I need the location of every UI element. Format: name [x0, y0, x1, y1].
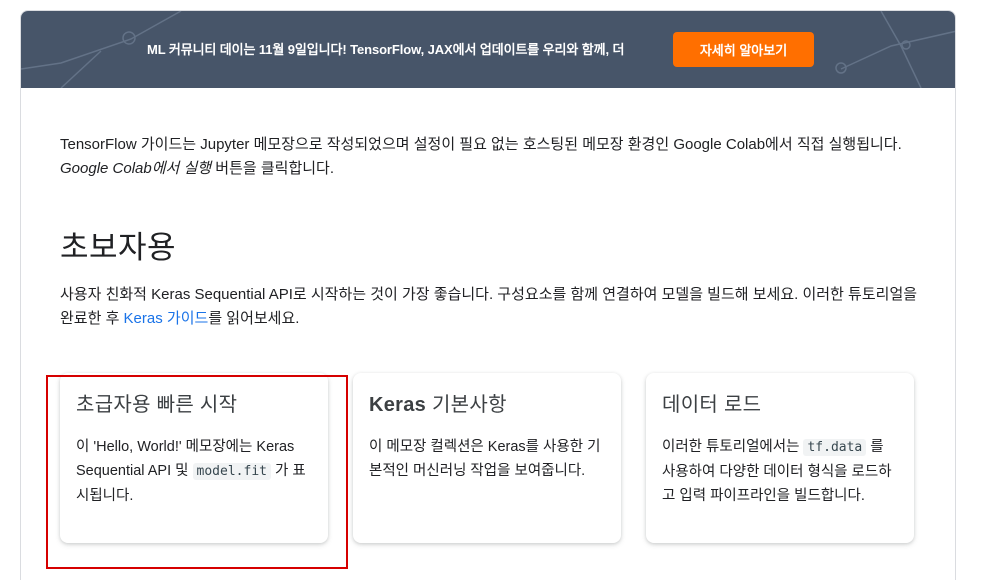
- card-title: Keras 기본사항: [369, 388, 605, 417]
- card-text: 이러한 튜토리얼에서는: [662, 439, 804, 455]
- card-title: 데이터 로드: [662, 394, 762, 416]
- card-load-data[interactable]: 데이터 로드 이러한 튜토리얼에서는 tf.data 를 사용하여 다양한 데이…: [646, 373, 914, 543]
- card-title-rest: 기본사항: [426, 394, 507, 416]
- card-description: 이 메모장 컬렉션은 Keras를 사용한 기본적인 머신러닝 작업을 보여줍니…: [369, 439, 601, 479]
- intro-text-end: 버튼을 클릭합니다.: [211, 160, 335, 177]
- banner-text: ML 커뮤니티 데이는 11월 9일입니다! TensorFlow, JAX에서…: [147, 42, 625, 57]
- card-title-bold: Keras: [369, 394, 427, 416]
- section-title: 초보자용: [60, 230, 177, 265]
- card-code: tf.data: [803, 439, 867, 456]
- learn-more-button[interactable]: 자세히 알아보기: [673, 32, 814, 67]
- tutorial-cards: 초급자용 빠른 시작 이 'Hello, World!' 메모장에는 Keras…: [60, 373, 920, 543]
- card-description: 이 'Hello, World!' 메모장에는 Keras Sequential…: [76, 435, 312, 508]
- section-desc-end: 를 읽어보세요.: [208, 310, 300, 327]
- card-keras-basics[interactable]: Keras 기본사항 이 메모장 컬렉션은 Keras를 사용한 기본적인 머신…: [353, 373, 621, 543]
- intro-paragraph: TensorFlow 가이드는 Jupyter 메모장으로 작성되었으며 설정이…: [60, 133, 920, 181]
- card-beginner-quickstart[interactable]: 초급자용 빠른 시작 이 'Hello, World!' 메모장에는 Keras…: [60, 373, 328, 543]
- keras-guide-link[interactable]: Keras 가이드: [124, 310, 209, 327]
- section-description: 사용자 친화적 Keras Sequential API로 시작하는 것이 가장…: [60, 283, 920, 331]
- intro-text: TensorFlow 가이드는 Jupyter 메모장으로 작성되었으며 설정이…: [60, 136, 902, 153]
- card-code: model.fit: [192, 463, 271, 480]
- intro-emphasis: Google Colab에서 실행: [60, 160, 212, 177]
- card-title: 초급자용 빠른 시작: [76, 394, 238, 416]
- card-description: 이러한 튜토리얼에서는 tf.data 를 사용하여 다양한 데이터 형식을 로…: [662, 435, 898, 508]
- announcement-banner: ML 커뮤니티 데이는 11월 9일입니다! TensorFlow, JAX에서…: [21, 11, 955, 88]
